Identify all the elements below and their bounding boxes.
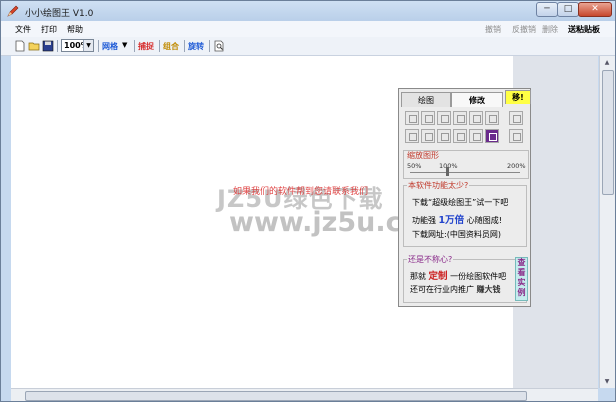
- align-middle-icon[interactable]: [469, 111, 483, 125]
- title-bar: 小小绘图王 V1.0 ─ □ ✕: [1, 1, 615, 21]
- toolbar: 100% ▼ 网格 ▼ 捕捉 组合 旋转: [1, 37, 615, 56]
- menu-print[interactable]: 打印: [41, 24, 57, 35]
- promo-upgrade-line2: 功能强 1万倍 心随图成!: [412, 212, 502, 226]
- tool-panel: 绘图 修改 移! 缩放图形 50% 100% 200% 本软件功能太少? 下载“…: [398, 88, 531, 307]
- copy-to-clipboard-menu[interactable]: 送粘贴板: [568, 24, 600, 35]
- print-preview-icon[interactable]: [213, 40, 225, 52]
- promo-custom-line2: 还可在行业内推广 赚大钱: [410, 284, 501, 295]
- group-button[interactable]: 组合: [163, 41, 179, 52]
- save-disk-icon[interactable]: [42, 40, 54, 52]
- promo-custom-box: 还是不称心? 那就 定制 一份绘图软件吧 还可在行业内推广 赚大钱 查看实例: [403, 254, 528, 303]
- space-horizontal-icon[interactable]: [437, 129, 451, 143]
- close-button[interactable]: ✕: [578, 2, 612, 17]
- horizontal-scroll-thumb[interactable]: [25, 391, 527, 401]
- toolbar-separator: [209, 40, 210, 52]
- new-file-icon[interactable]: [14, 40, 26, 52]
- promo-custom-line1-suffix: 一份绘图软件吧: [450, 272, 507, 281]
- align-bottom-icon[interactable]: [485, 111, 499, 125]
- grid-button[interactable]: 网格: [102, 41, 118, 52]
- zoom-section: 缩放图形 50% 100% 200%: [403, 150, 529, 179]
- tab-edit[interactable]: 修改: [451, 92, 503, 107]
- toolbar-separator: [184, 40, 185, 52]
- horizontal-scrollbar[interactable]: [11, 388, 598, 401]
- vertical-scroll-thumb[interactable]: [602, 70, 614, 195]
- scroll-down-icon[interactable]: ▼: [602, 376, 612, 387]
- align-center-icon[interactable]: [421, 111, 435, 125]
- vertical-scrollbar[interactable]: ▲ ▼: [599, 56, 615, 388]
- capture-button[interactable]: 捕捉: [138, 41, 154, 52]
- redo-menu[interactable]: 反撤销: [512, 24, 536, 35]
- promo-custom-highlight2: 赚大钱: [476, 285, 501, 294]
- pencil-app-icon: [7, 5, 19, 17]
- align-left-icon[interactable]: [405, 111, 419, 125]
- minimize-button[interactable]: ─: [536, 2, 558, 17]
- promo-upgrade-line2-suffix: 心随图成!: [466, 216, 502, 225]
- zoom-section-title: 缩放图形: [407, 151, 439, 160]
- promo-custom-line1: 那就 定制 一份绘图软件吧: [410, 268, 506, 282]
- promo-upgrade-line2-prefix: 功能强: [412, 216, 436, 225]
- menu-file[interactable]: 文件: [15, 24, 31, 35]
- tab-draw[interactable]: 绘图: [401, 92, 451, 107]
- rotate-button[interactable]: 旋转: [188, 41, 204, 52]
- promo-custom-line2-prefix: 还可在行业内推广: [410, 285, 474, 294]
- bring-front-icon[interactable]: [469, 129, 483, 143]
- promo-custom-highlight: 定制: [428, 271, 448, 282]
- delete-menu[interactable]: 删除: [542, 24, 558, 35]
- space-vertical-icon[interactable]: [453, 129, 467, 143]
- zoom-max-label: 200%: [507, 162, 526, 170]
- toolbar-separator: [57, 40, 58, 52]
- maximize-button[interactable]: □: [557, 2, 579, 17]
- same-height-icon[interactable]: [509, 111, 523, 125]
- scroll-up-icon[interactable]: ▲: [602, 57, 612, 68]
- watermark-red-text: 如果我们的软件帮到您请联系我们: [233, 187, 369, 197]
- toolbar-separator: [134, 40, 135, 52]
- zoom-slider-thumb[interactable]: [446, 167, 449, 176]
- same-size-icon[interactable]: [421, 129, 435, 143]
- zoom-min-label: 50%: [407, 162, 422, 170]
- toolbar-separator: [98, 40, 99, 52]
- tab-move-panel[interactable]: 移!: [505, 90, 531, 104]
- align-top-icon[interactable]: [453, 111, 467, 125]
- menu-bar: 文件 打印 帮助 撤销 反撤销 删除 送粘贴板: [1, 21, 615, 38]
- same-width-icon[interactable]: [405, 129, 419, 143]
- promo-custom-line1-prefix: 那就: [410, 272, 426, 281]
- window-title: 小小绘图王 V1.0: [25, 9, 94, 19]
- grid-dropdown-icon[interactable]: ▼: [122, 41, 127, 49]
- zoom-slider-track[interactable]: [410, 172, 520, 173]
- view-examples-button[interactable]: 查看实例: [515, 257, 528, 301]
- promo-upgrade-line3[interactable]: 下载网址:(中国资料员网): [412, 229, 501, 240]
- promo-upgrade-line1: 下载“超级绘图王”试一下吧: [412, 198, 509, 207]
- send-back-icon[interactable]: [509, 129, 523, 143]
- promo-custom-title: 还是不称心?: [407, 254, 454, 265]
- promo-upgrade-title: 本软件功能太少?: [407, 180, 470, 191]
- chevron-down-icon: ▼: [83, 40, 93, 51]
- menu-help[interactable]: 帮助: [67, 24, 83, 35]
- toolbar-separator: [159, 40, 160, 52]
- color-picker-icon[interactable]: [485, 129, 499, 143]
- promo-upgrade-highlight: 1万倍: [438, 215, 465, 226]
- align-right-icon[interactable]: [437, 111, 451, 125]
- promo-upgrade-box: 本软件功能太少? 下载“超级绘图王”试一下吧 功能强 1万倍 心随图成! 下载网…: [403, 180, 527, 247]
- undo-menu[interactable]: 撤销: [485, 24, 501, 35]
- open-folder-icon[interactable]: [28, 40, 40, 52]
- edit-tool-grid: [405, 111, 527, 147]
- app-window: 小小绘图王 V1.0 ─ □ ✕ 文件 打印 帮助 撤销 反撤销 删除 送粘贴板…: [0, 0, 616, 402]
- zoom-select[interactable]: 100% ▼: [61, 39, 94, 52]
